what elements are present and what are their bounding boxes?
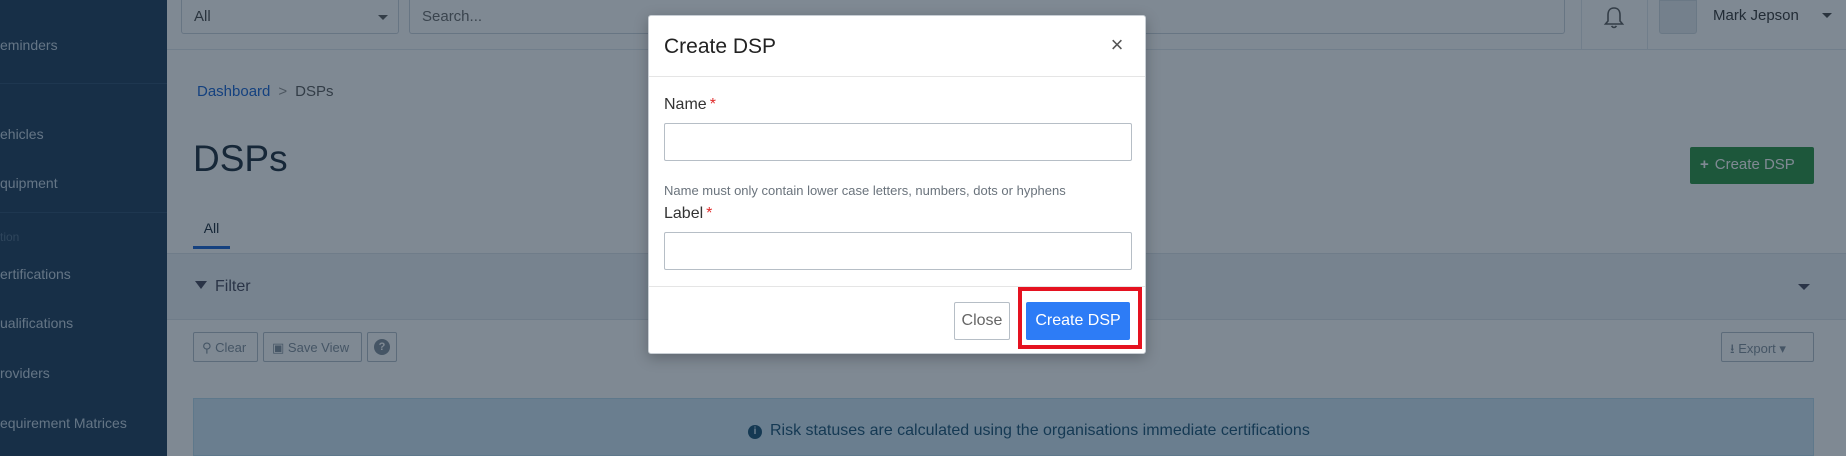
name-field-help: Name must only contain lower case letter… [664, 183, 1066, 198]
close-icon[interactable]: × [1107, 34, 1127, 56]
name-field[interactable] [664, 123, 1132, 161]
name-field-label-text: Name [664, 96, 707, 113]
label-field-label-text: Label [664, 205, 704, 222]
highlight-box [1018, 287, 1142, 349]
name-field-label: Name * [664, 96, 716, 114]
modal-title: Create DSP [664, 35, 777, 58]
modal-header: Create DSP × [649, 16, 1145, 77]
close-button[interactable]: Close [954, 302, 1010, 340]
label-field-label: Label * [664, 205, 712, 223]
label-field[interactable] [664, 232, 1132, 270]
required-marker: * [709, 96, 716, 113]
required-marker: * [706, 205, 713, 222]
